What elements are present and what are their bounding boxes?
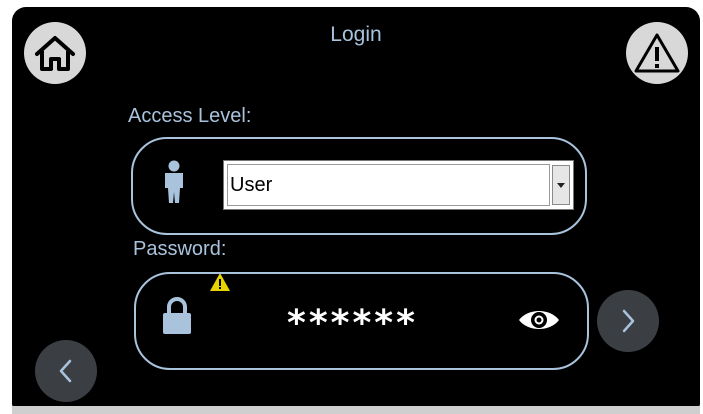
chevron-left-icon: [59, 359, 72, 383]
page-title: Login: [330, 23, 382, 46]
user-icon: [165, 160, 183, 203]
lock-icon: [163, 297, 191, 334]
next-button[interactable]: [597, 290, 659, 352]
password-label: Password:: [133, 238, 227, 260]
eye-icon[interactable]: [516, 306, 562, 334]
access-level-label: Access Level:: [128, 105, 252, 127]
login-screen: Login Access Level: User Password: *****…: [12, 7, 700, 408]
alert-button[interactable]: [626, 22, 688, 84]
screen-bezel: [12, 406, 700, 414]
password-masked-value: ******: [287, 303, 418, 344]
chevron-down-icon[interactable]: [552, 165, 570, 205]
back-button[interactable]: [35, 340, 97, 402]
access-level-value: User: [227, 164, 550, 206]
warning-icon: [634, 33, 680, 73]
access-level-select[interactable]: User: [223, 160, 574, 210]
chevron-right-icon: [622, 309, 635, 333]
